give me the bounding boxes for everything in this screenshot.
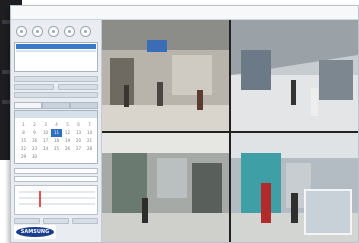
- calendar-day[interactable]: 12: [62, 129, 73, 137]
- camera-list-row[interactable]: [16, 50, 96, 52]
- calendar-day[interactable]: 27: [73, 145, 84, 153]
- timeline-cursor[interactable]: [39, 191, 41, 207]
- ptz-button-icon[interactable]: [80, 26, 91, 37]
- calendar-day[interactable]: 24: [40, 145, 51, 153]
- calendar-day[interactable]: 29: [18, 153, 29, 161]
- calendar-day[interactable]: 3: [40, 121, 51, 129]
- calendar-day[interactable]: 30: [29, 153, 40, 161]
- camera-tile-3[interactable]: [102, 133, 229, 242]
- calendar-day[interactable]: 1: [18, 121, 29, 129]
- calendar-day[interactable]: 9: [29, 129, 40, 137]
- viewer-window: 1 2 3 4 5 6 7 8 9 10 11 12 13 14 15 16 1…: [10, 5, 359, 243]
- calendar-day[interactable]: 26: [62, 145, 73, 153]
- timeline-track: [19, 203, 95, 205]
- calendar-day[interactable]: 21: [84, 137, 95, 145]
- tab-event[interactable]: [70, 102, 98, 109]
- calendar-day[interactable]: 20: [73, 137, 84, 145]
- ptz-button-icon[interactable]: [48, 26, 59, 37]
- timeline[interactable]: [14, 185, 98, 215]
- camera-tile-1[interactable]: [102, 20, 229, 131]
- camera-list[interactable]: [14, 42, 98, 72]
- calendar-day[interactable]: 2: [29, 121, 40, 129]
- playback-button[interactable]: [43, 218, 69, 224]
- samsung-logo: SAMSUNG: [14, 225, 56, 239]
- panel-tabs: [14, 102, 98, 109]
- calendar-day[interactable]: 16: [29, 137, 40, 145]
- calendar-day[interactable]: 22: [18, 145, 29, 153]
- playback-button[interactable]: [72, 218, 98, 224]
- panel-button[interactable]: [14, 76, 98, 82]
- calendar-day[interactable]: 5: [62, 121, 73, 129]
- calendar-day[interactable]: 8: [18, 129, 29, 137]
- ptz-button-icon[interactable]: [16, 26, 27, 37]
- timeline-track: [19, 191, 95, 193]
- panel-button[interactable]: [58, 84, 98, 90]
- calendar-day[interactable]: 4: [51, 121, 62, 129]
- calendar-day[interactable]: 10: [40, 129, 51, 137]
- overlay-thumbnail[interactable]: [304, 189, 352, 235]
- calendar-day[interactable]: 19: [62, 137, 73, 145]
- calendar-day[interactable]: 17: [40, 137, 51, 145]
- calendar-day[interactable]: 6: [73, 121, 84, 129]
- calendar-grid: 1 2 3 4 5 6 7 8 9 10 11 12 13 14 15 16 1…: [18, 121, 95, 161]
- calendar-day[interactable]: 14: [84, 129, 95, 137]
- camera-view-2: [231, 20, 358, 131]
- control-panel: 1 2 3 4 5 6 7 8 9 10 11 12 13 14 15 16 1…: [11, 20, 102, 242]
- top-menu: [346, 8, 354, 16]
- calendar-header: [15, 111, 97, 118]
- timeline-track: [19, 197, 95, 199]
- ptz-button-icon[interactable]: [64, 26, 75, 37]
- panel-button[interactable]: [14, 92, 98, 98]
- camera-list-selected-row[interactable]: [16, 44, 96, 49]
- calendar: 1 2 3 4 5 6 7 8 9 10 11 12 13 14 15 16 1…: [14, 110, 98, 164]
- tab-search[interactable]: [42, 102, 70, 109]
- ptz-button-icon[interactable]: [32, 26, 43, 37]
- calendar-day[interactable]: 13: [73, 129, 84, 137]
- camera-view-3: [102, 133, 229, 242]
- calendar-day[interactable]: 18: [51, 137, 62, 145]
- calendar-day[interactable]: 28: [84, 145, 95, 153]
- logo-mark: SAMSUNG: [16, 227, 54, 237]
- time-field[interactable]: [14, 168, 98, 174]
- time-field[interactable]: [14, 176, 98, 182]
- playback-button[interactable]: [14, 218, 40, 224]
- camera-view-1: [102, 20, 229, 131]
- calendar-day[interactable]: 25: [51, 145, 62, 153]
- calendar-day[interactable]: 15: [18, 137, 29, 145]
- title-bar: [11, 6, 358, 20]
- calendar-day-selected[interactable]: 11: [51, 129, 62, 137]
- calendar-day[interactable]: 7: [84, 121, 95, 129]
- calendar-day[interactable]: 23: [29, 145, 40, 153]
- camera-tile-2[interactable]: [231, 20, 358, 131]
- tab-calendar[interactable]: [14, 102, 42, 109]
- panel-button[interactable]: [14, 84, 54, 90]
